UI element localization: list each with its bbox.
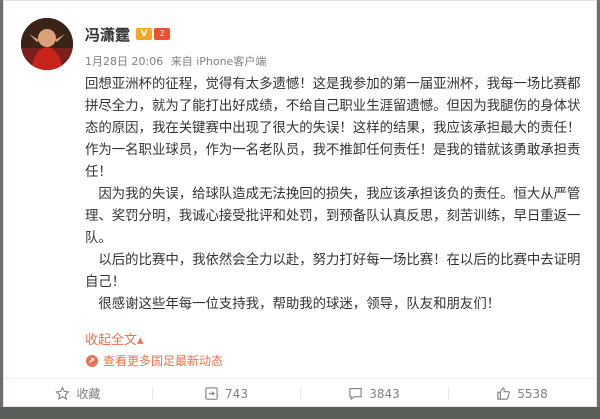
- post-meta: 1月28日 20:06 来自 iPhone客户端: [85, 53, 270, 69]
- member-level-icon[interactable]: 2: [154, 28, 170, 40]
- action-bar: 收藏 743 3843 5538: [4, 379, 596, 408]
- collapse-text-link[interactable]: 收起全文▴: [85, 329, 144, 348]
- post-content: 回想亚洲杯的征程，觉得有太多遗憾！这是我参加的第一届亚洲杯，我每一场比赛都拼尽全…: [85, 74, 581, 316]
- post-source[interactable]: 来自 iPhone客户端: [171, 55, 267, 68]
- post-timestamp[interactable]: 1月28日 20:06: [85, 55, 163, 68]
- page-background: [0, 407, 600, 419]
- star-icon: [55, 386, 71, 400]
- post-paragraph: 很感谢这些年每一位支持我，帮助我的球迷，领导，队友和朋友们！: [85, 297, 501, 312]
- thumbs-up-icon: [497, 387, 510, 400]
- weibo-post-card: 冯潇霆 V 2 1月28日 20:06 来自 iPhone客户端 回想亚洲杯的征…: [3, 0, 597, 407]
- comment-icon: [349, 387, 362, 401]
- post-paragraph: 以后的比赛中，我依然会全力以赴，努力打好每一场比赛！在以后的比赛中去证明自己！: [85, 253, 581, 290]
- link-icon: [86, 354, 98, 367]
- post-paragraph: 回想亚洲杯的征程，觉得有太多遗憾！这是我参加的第一届亚洲杯，我每一场比赛都拼尽全…: [85, 77, 581, 180]
- more-news-link[interactable]: 查看更多国足最新动态: [85, 352, 223, 369]
- repost-button[interactable]: 743: [152, 379, 300, 408]
- comment-button[interactable]: 3843: [300, 379, 448, 408]
- verified-badge-icon[interactable]: V: [136, 28, 152, 40]
- avatar[interactable]: [21, 18, 73, 70]
- favorite-button[interactable]: 收藏: [4, 379, 152, 408]
- caret-up-icon: ▴: [137, 333, 144, 348]
- post-paragraph: 因为我的失误，给球队造成无法挽回的损失，我应该承担该负的责任。恒大从严管理、奖罚…: [85, 187, 581, 246]
- user-name[interactable]: 冯潇霆: [85, 24, 130, 45]
- like-button[interactable]: 5538: [448, 379, 596, 408]
- repost-icon: [205, 387, 218, 400]
